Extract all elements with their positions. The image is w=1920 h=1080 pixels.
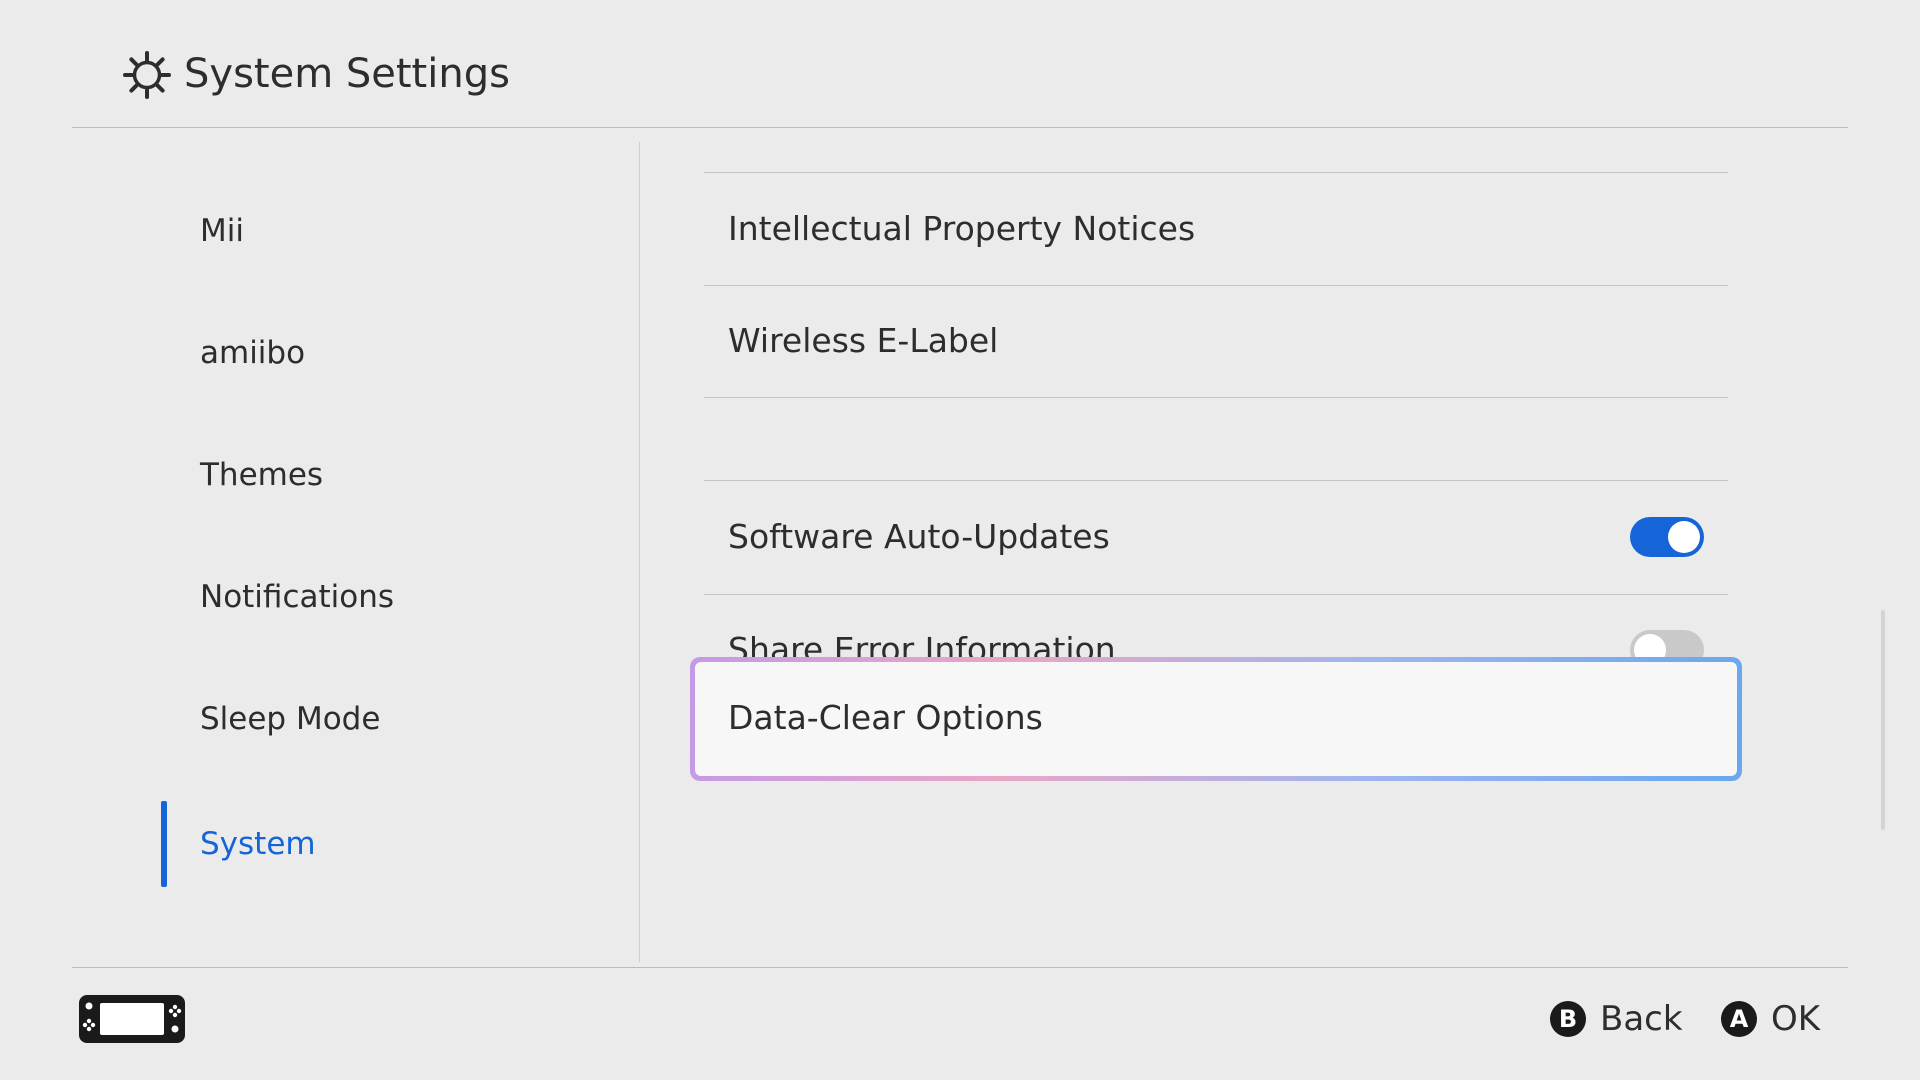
a-button-icon: A: [1721, 1001, 1757, 1037]
footer-divider: [72, 967, 1848, 968]
sidebar-item-mii[interactable]: Mii: [200, 209, 244, 253]
row-divider: [704, 172, 1728, 173]
sidebar-item-notifications[interactable]: Notifications: [200, 575, 394, 619]
back-button[interactable]: B Back: [1550, 997, 1683, 1041]
row-divider: [704, 594, 1728, 595]
row-data-clear-options-label: Data-Clear Options: [728, 698, 1043, 737]
b-button-icon: B: [1550, 1001, 1586, 1037]
sidebar-item-system[interactable]: System: [200, 822, 316, 866]
toggle-knob: [1668, 521, 1700, 553]
row-intellectual-property-notices[interactable]: Intellectual Property Notices: [728, 206, 1195, 252]
handheld-console-icon[interactable]: [78, 994, 186, 1044]
sidebar-item-sleep-mode[interactable]: Sleep Mode: [200, 697, 380, 741]
sidebar-divider: [639, 142, 640, 962]
content-area: Mii amiibo Themes Notifications Sleep Mo…: [0, 128, 1920, 968]
row-divider: [704, 397, 1728, 398]
sidebar-selection-marker: [161, 801, 167, 887]
row-divider: [704, 480, 1728, 481]
ok-label: OK: [1771, 999, 1821, 1039]
scrollbar[interactable]: [1881, 610, 1885, 830]
page-title: System Settings: [184, 51, 510, 97]
header-bar: System Settings: [0, 0, 1920, 128]
sidebar-item-themes[interactable]: Themes: [200, 453, 323, 497]
row-data-clear-options[interactable]: Data-Clear Options: [690, 657, 1742, 781]
settings-gear-icon: [123, 51, 171, 99]
sidebar-item-amiibo[interactable]: amiibo: [200, 331, 305, 375]
back-label: Back: [1600, 999, 1683, 1039]
sidebar-item-clipped[interactable]: [202, 128, 312, 138]
focused-row-panel: Data-Clear Options: [695, 662, 1737, 776]
software-auto-updates-toggle[interactable]: [1630, 517, 1704, 557]
ok-button[interactable]: A OK: [1721, 997, 1820, 1041]
row-wireless-e-label[interactable]: Wireless E-Label: [728, 318, 998, 364]
row-divider: [704, 285, 1728, 286]
row-software-auto-updates[interactable]: Software Auto-Updates: [728, 514, 1110, 560]
row-label-clipped[interactable]: [760, 128, 1200, 138]
